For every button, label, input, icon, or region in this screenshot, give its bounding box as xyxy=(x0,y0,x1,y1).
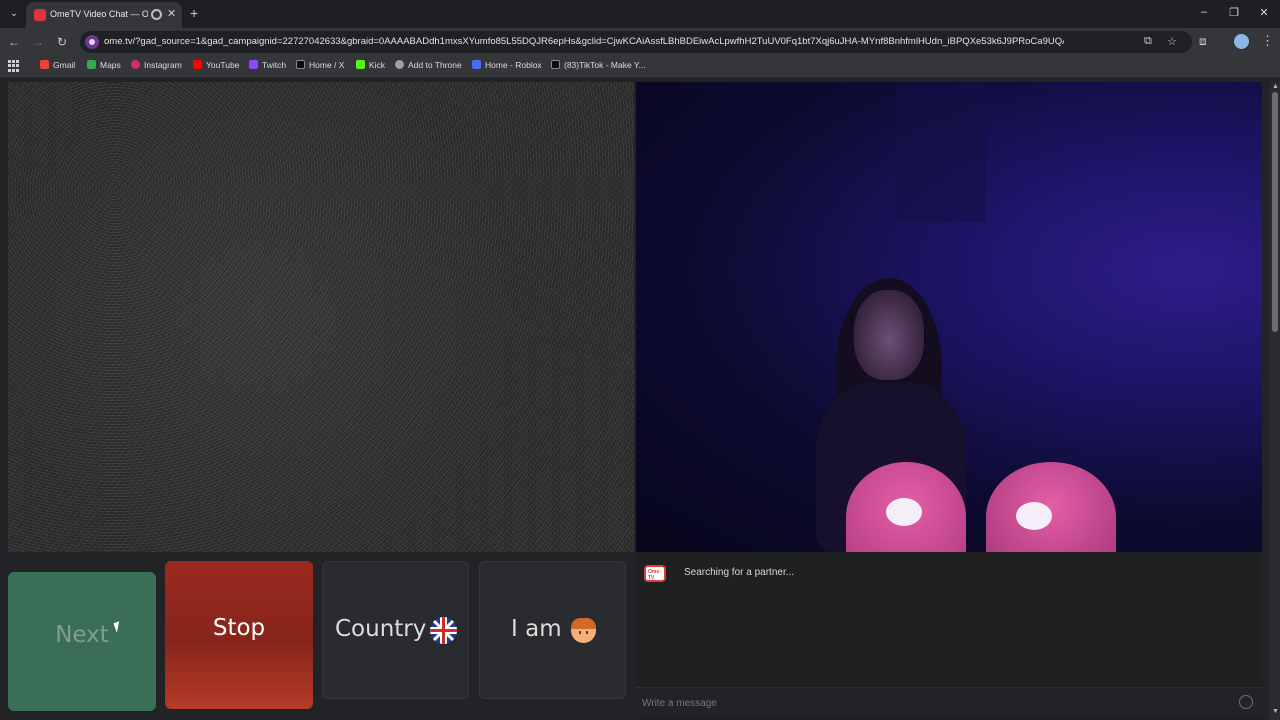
background-window xyxy=(896,82,986,222)
bookmark-gmail[interactable]: Gmail xyxy=(40,60,75,74)
video-noise xyxy=(8,82,634,552)
uk-flag-icon xyxy=(430,617,457,644)
tab-recording-icon xyxy=(151,9,162,20)
browser-tab-strip: ⌄ OmeTV Video Chat — Ome ✕ + – ❐ ✕ xyxy=(0,0,1280,28)
minimize-icon[interactable]: – xyxy=(1196,6,1212,18)
maximize-icon[interactable]: ❐ xyxy=(1226,6,1242,19)
boy-avatar-icon xyxy=(571,618,596,643)
country-selector-button[interactable]: Country xyxy=(322,561,469,699)
message-bar xyxy=(636,687,1262,717)
ometv-page: ▲ ▼ Next Stop Country I am Ome TV Search… xyxy=(0,79,1280,720)
self-camera-video xyxy=(636,82,1262,552)
stop-label: Stop xyxy=(212,615,266,641)
ometv-favicon-icon xyxy=(34,9,46,21)
extensions-icon[interactable]: ⧈ xyxy=(1199,34,1207,49)
tab-close-icon[interactable]: ✕ xyxy=(167,7,176,20)
twitch-icon xyxy=(249,60,258,69)
youtube-icon xyxy=(193,60,202,69)
country-label: Country xyxy=(335,616,427,642)
address-bar[interactable]: ome.tv/?gad_source=1&gad_campaignid=2272… xyxy=(80,31,1192,53)
partner-video-static xyxy=(8,82,634,552)
close-window-icon[interactable]: ✕ xyxy=(1256,6,1272,19)
chat-status-message: Searching for a partner... xyxy=(684,567,795,578)
bookmark-roblox[interactable]: Home - Roblox xyxy=(472,60,542,74)
browser-tab-ometv[interactable]: OmeTV Video Chat — Ome ✕ xyxy=(26,2,182,28)
site-info-icon[interactable] xyxy=(85,35,99,49)
bookmark-instagram[interactable]: Instagram xyxy=(131,60,182,74)
hello-kitty-print xyxy=(1016,502,1052,530)
next-button[interactable]: Next xyxy=(8,572,156,711)
browser-menu-icon[interactable]: ⋮ xyxy=(1261,33,1274,49)
instagram-icon xyxy=(131,60,140,69)
tiktok-icon xyxy=(551,60,560,69)
bookmark-kick[interactable]: Kick xyxy=(356,60,385,74)
x-icon xyxy=(296,60,305,69)
roblox-icon xyxy=(472,60,481,69)
new-tab-icon[interactable]: + xyxy=(190,5,198,21)
stop-button[interactable]: Stop xyxy=(165,561,313,709)
gender-selector-button[interactable]: I am xyxy=(479,561,626,699)
reload-icon[interactable]: ↻ xyxy=(54,34,70,50)
bookmark-throne[interactable]: Add to Throne xyxy=(395,60,462,74)
bookmark-x[interactable]: Home / X xyxy=(296,60,344,74)
tab-search-icon[interactable]: ⌄ xyxy=(6,6,22,22)
bookmark-maps[interactable]: Maps xyxy=(87,60,121,74)
page-scrollbar[interactable] xyxy=(1270,82,1280,720)
person-face xyxy=(854,290,924,380)
pink-pajama-knee-right xyxy=(986,462,1116,552)
gmail-icon xyxy=(40,60,49,69)
emoji-icon[interactable] xyxy=(1239,695,1253,709)
bookmark-twitch[interactable]: Twitch xyxy=(249,60,286,74)
scroll-up-icon[interactable]: ▲ xyxy=(1272,83,1279,90)
forward-icon[interactable]: → xyxy=(30,34,46,50)
url-text[interactable]: ome.tv/?gad_source=1&gad_campaignid=2272… xyxy=(104,36,1064,47)
kick-icon xyxy=(356,60,365,69)
browser-toolbar: ← → ↻ ome.tv/?gad_source=1&gad_campaigni… xyxy=(0,28,1280,56)
ometv-logo-icon: Ome TV xyxy=(644,565,666,582)
scroll-down-icon[interactable]: ▼ xyxy=(1272,708,1279,715)
maps-icon xyxy=(87,60,96,69)
bookmarks-bar: Gmail Maps Instagram YouTube Twitch Home… xyxy=(0,56,1280,78)
globe-icon xyxy=(395,60,404,69)
profile-avatar-icon[interactable] xyxy=(1234,34,1249,49)
apps-grid-icon[interactable] xyxy=(8,60,20,72)
scrollbar-thumb[interactable] xyxy=(1272,92,1278,332)
bookmark-star-icon[interactable]: ☆ xyxy=(1167,35,1177,48)
next-label: Next xyxy=(55,622,109,648)
hello-kitty-print xyxy=(886,498,922,526)
chat-panel: Ome TV Searching for a partner... xyxy=(636,552,1262,720)
bookmark-tiktok[interactable]: (83)TikTok - Make Y... xyxy=(551,60,646,74)
tab-title: OmeTV Video Chat — Ome xyxy=(50,9,148,19)
back-icon[interactable]: ← xyxy=(6,34,22,50)
bookmark-youtube[interactable]: YouTube xyxy=(193,60,239,74)
install-app-icon[interactable]: ⧉ xyxy=(1144,35,1152,48)
iam-label: I am xyxy=(511,616,562,642)
message-input[interactable] xyxy=(642,694,1222,712)
